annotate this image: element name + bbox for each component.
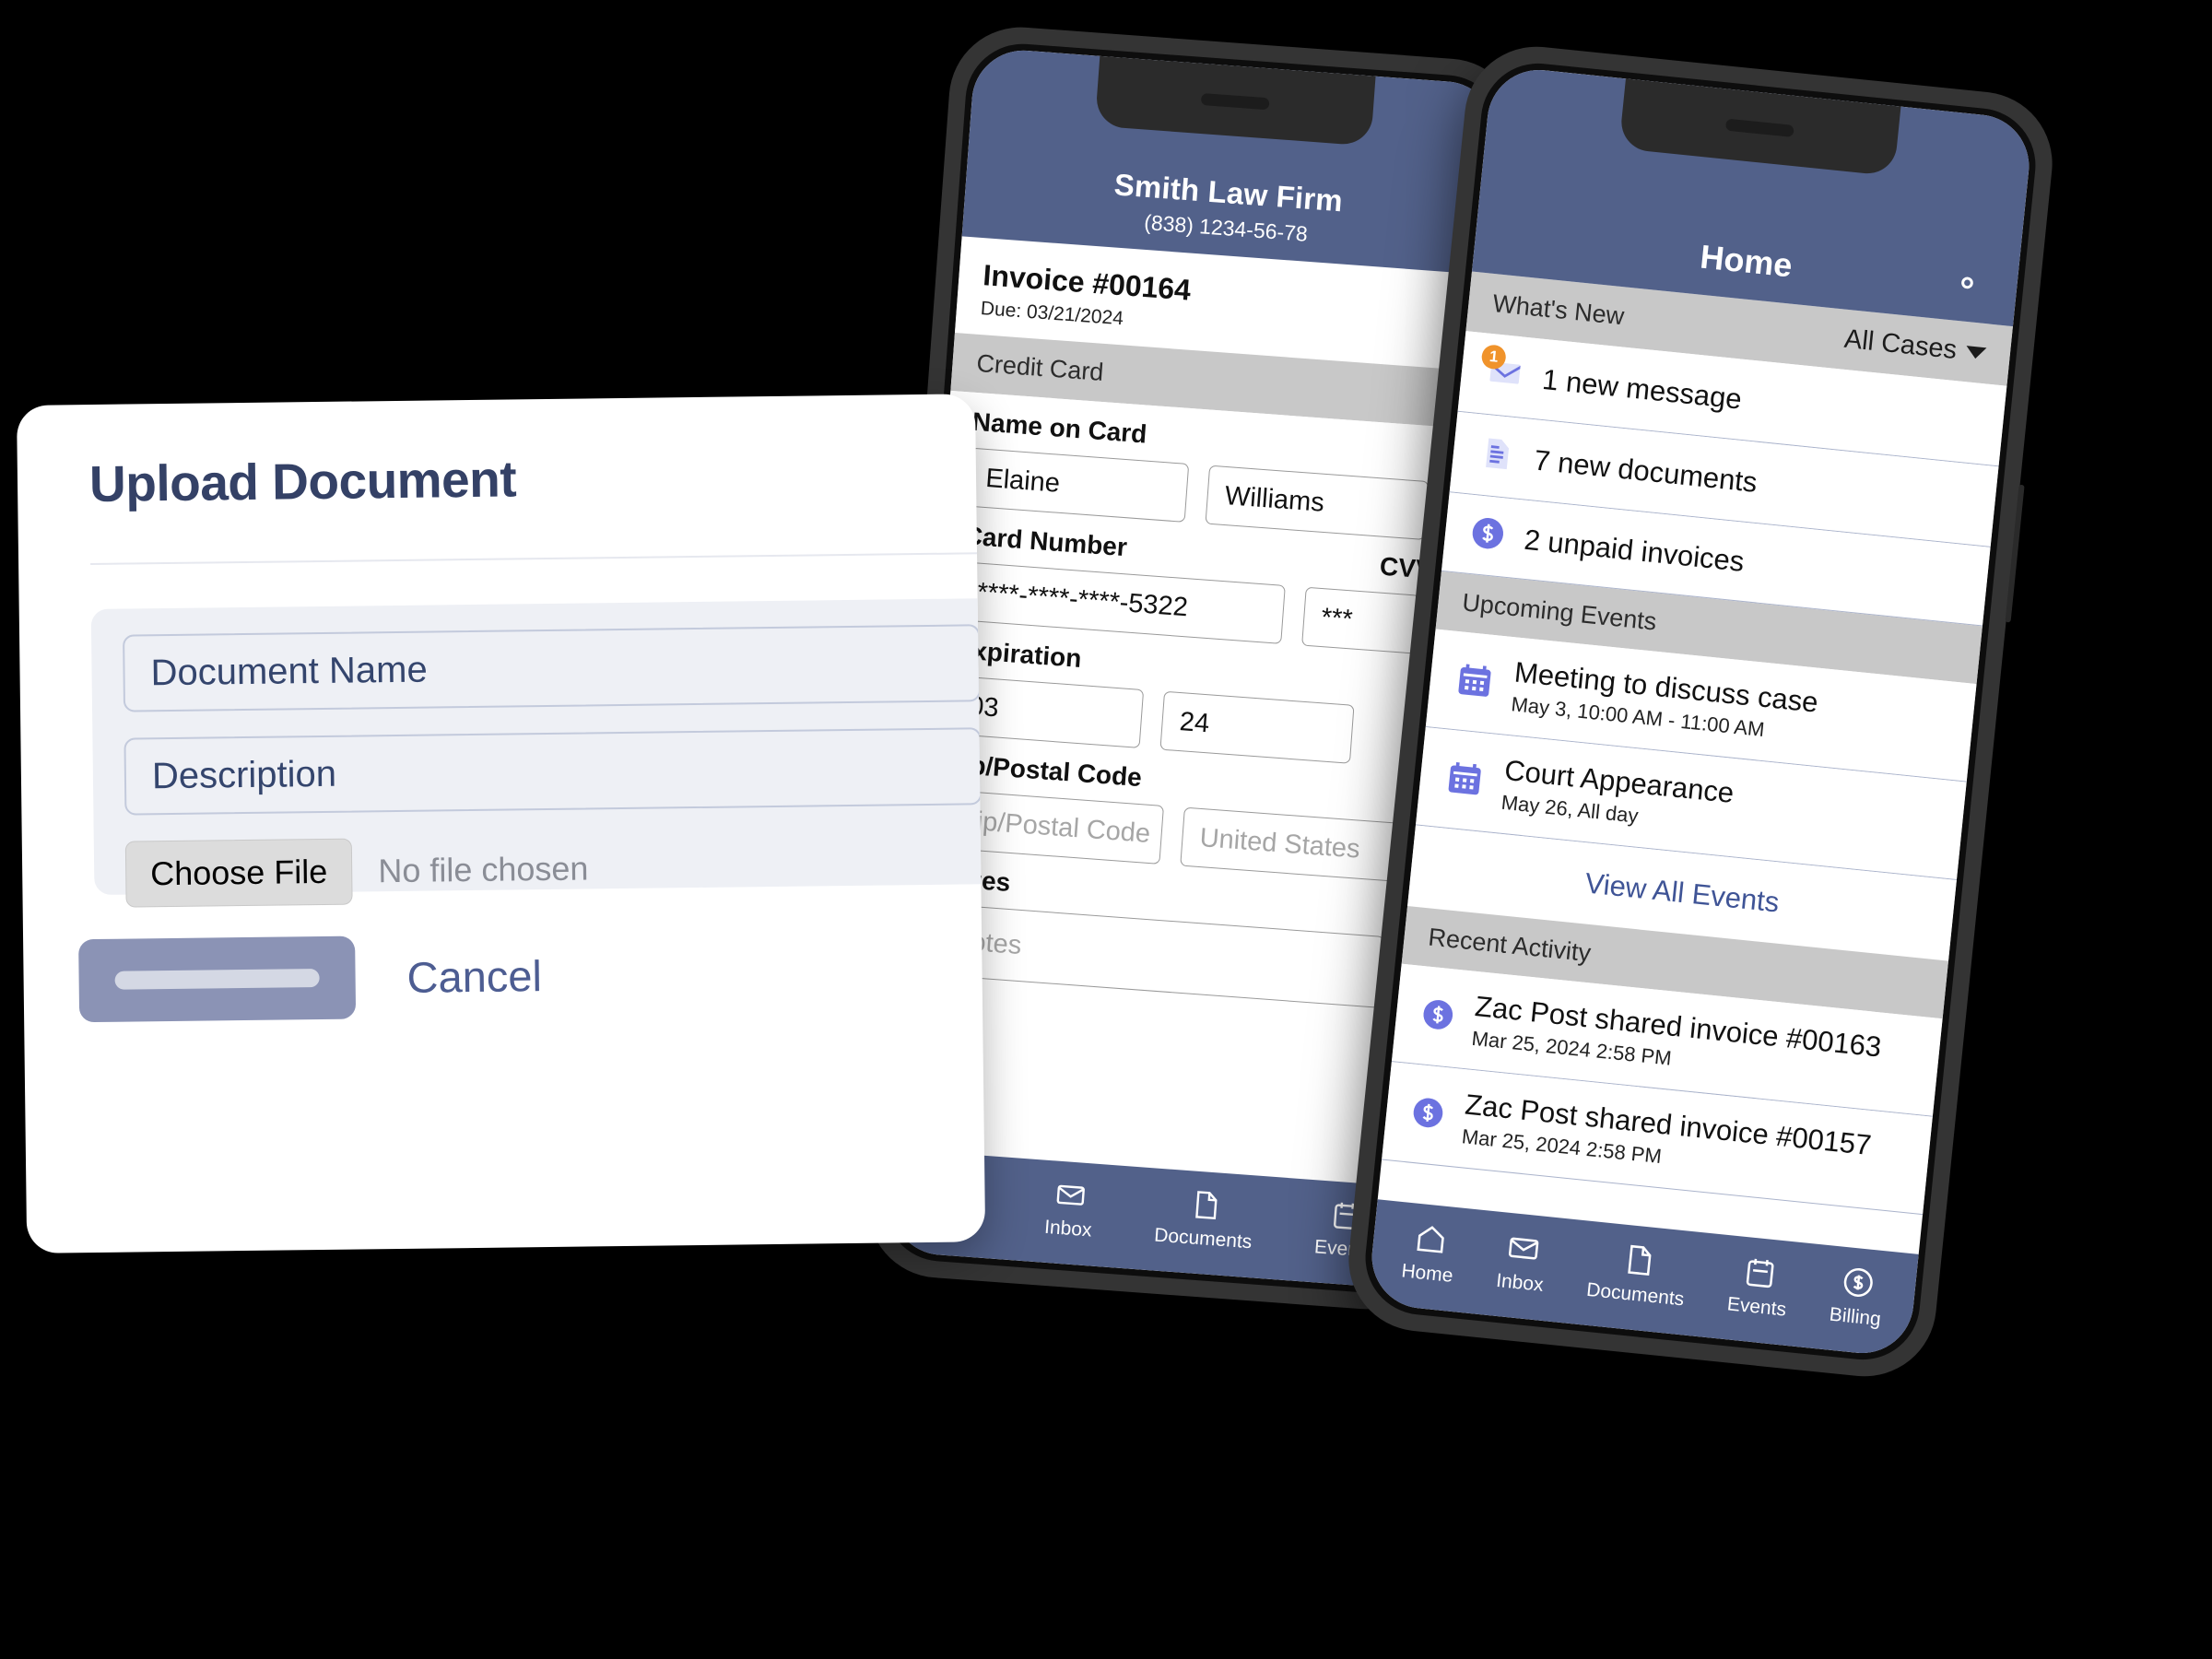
composite-scene: Smith Law Firm (838) 1234-56-78 Invoice … (0, 0, 2212, 1659)
document-icon (1194, 1191, 1218, 1220)
dollar-icon (1418, 995, 1457, 1039)
gear-icon[interactable] (1947, 263, 1988, 303)
document-name-input[interactable]: Document Name (123, 624, 982, 712)
divider (90, 552, 986, 566)
tab-home-label: Home (1400, 1260, 1454, 1287)
card-number-label: Card Number (962, 521, 1128, 562)
dialog-actions: Cancel (78, 934, 542, 1023)
cancel-button[interactable]: Cancel (406, 950, 542, 1003)
phone-home-screen: Home What's New All Cases 1 1 new messag… (1367, 65, 2034, 1359)
dollar-icon (1408, 1093, 1447, 1136)
tab-documents[interactable]: Documents (1153, 1185, 1255, 1254)
chevron-down-icon (1965, 346, 1987, 360)
cvv-input[interactable]: *** (1301, 586, 1421, 654)
tab-documents-label: Documents (1153, 1224, 1253, 1253)
tab-events[interactable]: Events (1726, 1253, 1792, 1322)
upload-fields-panel: Document Name Description Choose File No… (90, 598, 986, 908)
tab-inbox[interactable]: Inbox (1495, 1229, 1548, 1297)
dollar-icon (1844, 1267, 1874, 1298)
document-icon (1476, 432, 1519, 479)
dollar-icon (1467, 513, 1508, 559)
list-item-label: 2 unpaid invoices (1523, 523, 1747, 578)
calendar-icon (1746, 1258, 1774, 1288)
tab-inbox-label: Inbox (1495, 1269, 1545, 1296)
calendar-icon (1453, 657, 1498, 706)
tab-inbox-label: Inbox (1043, 1216, 1093, 1241)
tab-home[interactable]: Home (1400, 1219, 1458, 1288)
envelope-icon (1056, 1184, 1085, 1206)
tab-inbox[interactable]: Inbox (1043, 1177, 1095, 1242)
page-title: Home (1698, 237, 1794, 285)
all-cases-filter[interactable]: All Cases (1842, 324, 1987, 369)
firm-phone: (838) 1234-56-78 (1143, 209, 1309, 246)
power-button[interactable] (2005, 484, 2025, 623)
speaker-slot (1200, 92, 1270, 110)
no-file-chosen-text: No file chosen (378, 849, 589, 890)
list-item-label: 7 new documents (1532, 442, 1759, 499)
description-input[interactable]: Description (124, 727, 982, 816)
envelope-icon (1508, 1237, 1538, 1260)
tab-documents[interactable]: Documents (1585, 1238, 1689, 1311)
home-icon (1417, 1226, 1444, 1253)
phone-home-inner: Home What's New All Cases 1 1 new messag… (1359, 57, 2041, 1366)
list-item-label: 1 new message (1540, 362, 1744, 416)
tab-documents-label: Documents (1585, 1278, 1686, 1311)
file-picker-row: Choose File No file chosen (124, 835, 589, 908)
whats-new-label: What's New (1491, 289, 1626, 331)
tab-billing-label: Billing (1828, 1303, 1882, 1331)
upload-document-dialog: Upload Document Document Name Descriptio… (17, 394, 986, 1253)
loading-bar (114, 969, 320, 990)
all-cases-label: All Cases (1842, 324, 1959, 366)
tab-events-label: Events (1725, 1293, 1788, 1321)
document-icon (1627, 1244, 1652, 1276)
submit-button[interactable] (78, 935, 357, 1023)
home-tabbar: Home Inbox Documents Events Billing (1367, 1199, 1919, 1359)
speaker-slot (1724, 118, 1794, 137)
envelope-icon: 1 (1480, 344, 1527, 399)
page-title: Upload Document (88, 450, 517, 513)
tab-billing[interactable]: Billing (1829, 1263, 1887, 1331)
choose-file-button[interactable]: Choose File (124, 838, 353, 908)
calendar-icon (1442, 756, 1488, 805)
